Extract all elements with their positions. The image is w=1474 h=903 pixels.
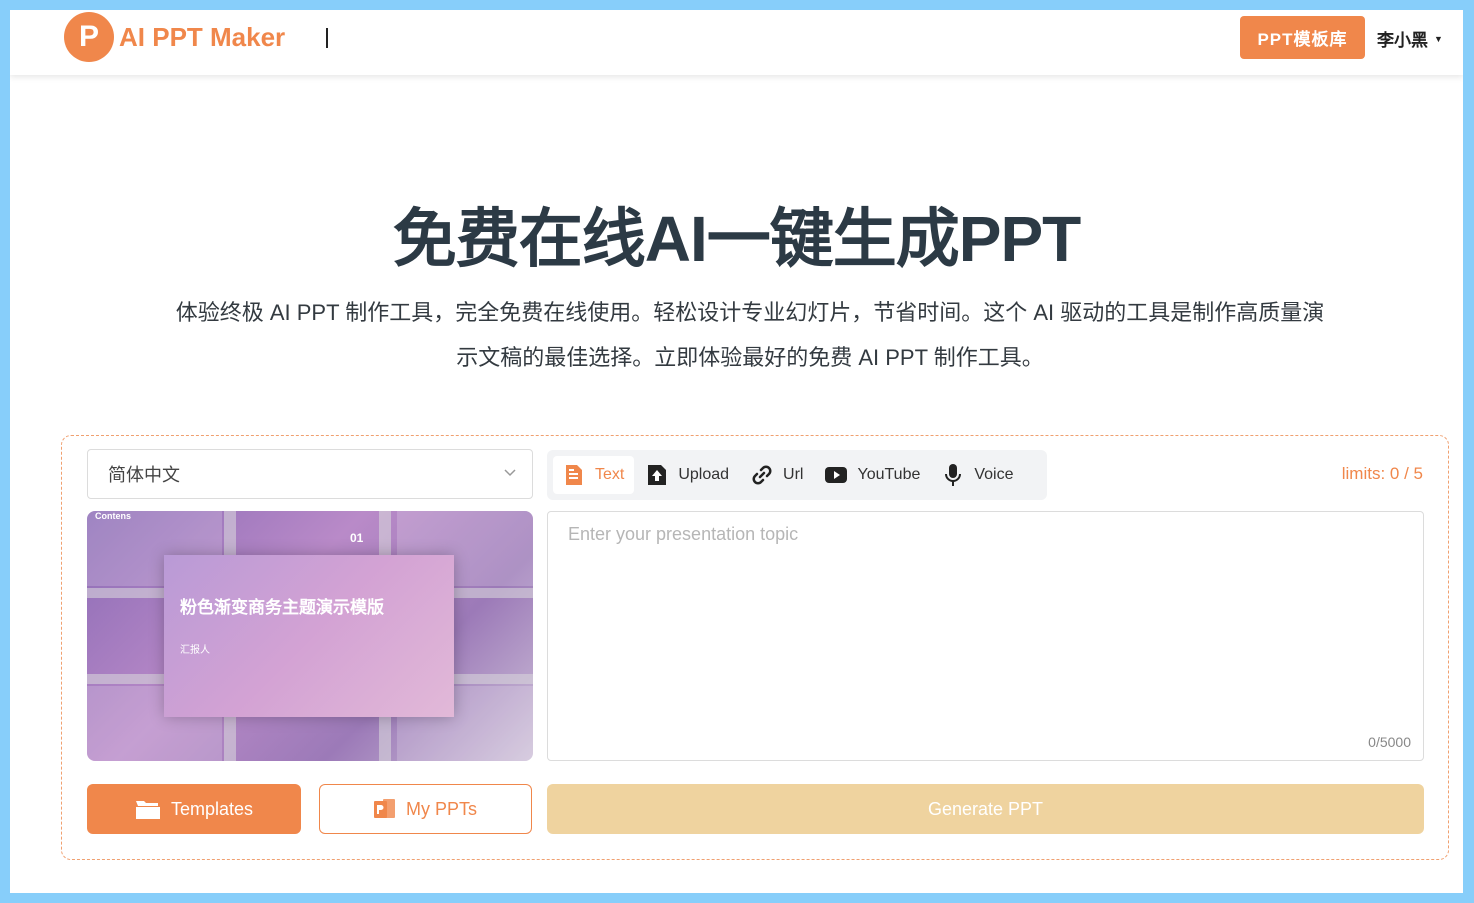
usage-limits: limits: 0 / 5 [1341,464,1423,483]
page-title: 免费在线AI一键生成PPT [392,203,1081,275]
character-count: 0/5000 [1368,734,1411,750]
ppt-template-library-button[interactable]: PPT模板库 [1240,16,1365,59]
app-frame: P AI PPT Maker PPT模板库 李小黑 ▼ 免费在线AI一键生成PP… [10,10,1463,893]
tab-voice-label: Voice [974,466,1014,483]
folder-icon [135,798,161,820]
tab-upload[interactable]: Upload [636,456,739,494]
my-ppts-button-label: My PPTs [405,798,477,819]
generator-panel: 简体中文 Text Upload Url YouTube Voice limit… [61,435,1449,860]
preview-slide-title: 粉色渐变商务主题演示模版 [180,598,384,617]
my-ppts-button[interactable]: My PPTs [319,784,532,834]
language-select[interactable]: 简体中文 [87,449,533,499]
top-header: P AI PPT Maker PPT模板库 李小黑 ▼ [10,10,1463,75]
templates-button-label: Templates [170,798,254,819]
tab-text-label: Text [595,466,625,483]
document-icon [563,464,585,486]
logo-icon: P [64,12,114,62]
topic-input[interactable] [548,512,1423,760]
logo[interactable]: P AI PPT Maker [64,12,285,62]
text-cursor [326,28,328,48]
upload-icon [646,464,668,486]
tab-upload-label: Upload [678,466,730,483]
input-mode-tabs: Text Upload Url YouTube Voice [547,450,1047,500]
link-icon [751,464,773,486]
generate-ppt-button-label: Generate PPT [927,798,1044,819]
tab-youtube[interactable]: YouTube [815,456,930,494]
chevron-down-icon [504,469,516,477]
logo-text: AI PPT Maker [119,21,286,52]
tab-voice[interactable]: Voice [932,456,1023,494]
generate-ppt-button[interactable]: Generate PPT [547,784,1424,834]
preview-contents-label: Contens [95,511,131,521]
template-preview-image[interactable]: Contens 01 粉色渐变商务主题演示模版 汇报人 [87,511,533,761]
page-subtitle: 体验终极 AI PPT 制作工具，完全免费在线使用。轻松设计专业幻灯片，节省时间… [175,300,1325,370]
user-menu[interactable]: 李小黑 ▼ [1377,26,1443,51]
user-name: 李小黑 [1377,31,1428,50]
preview-section-number: 01 [350,531,364,545]
topic-input-box: 0/5000 [547,511,1424,761]
language-selected-value: 简体中文 [108,465,180,485]
tab-youtube-label: YouTube [857,466,921,483]
tab-text[interactable]: Text [553,456,635,494]
tab-url[interactable]: Url [741,456,813,494]
templates-button[interactable]: Templates [87,784,301,834]
microphone-icon [942,464,964,486]
youtube-icon [825,464,848,486]
preview-slide-reporter: 汇报人 [180,645,210,656]
tab-url-label: Url [783,466,804,483]
powerpoint-icon [373,798,396,820]
preview-cover-slide [164,555,454,717]
caret-down-icon: ▼ [1434,33,1443,44]
